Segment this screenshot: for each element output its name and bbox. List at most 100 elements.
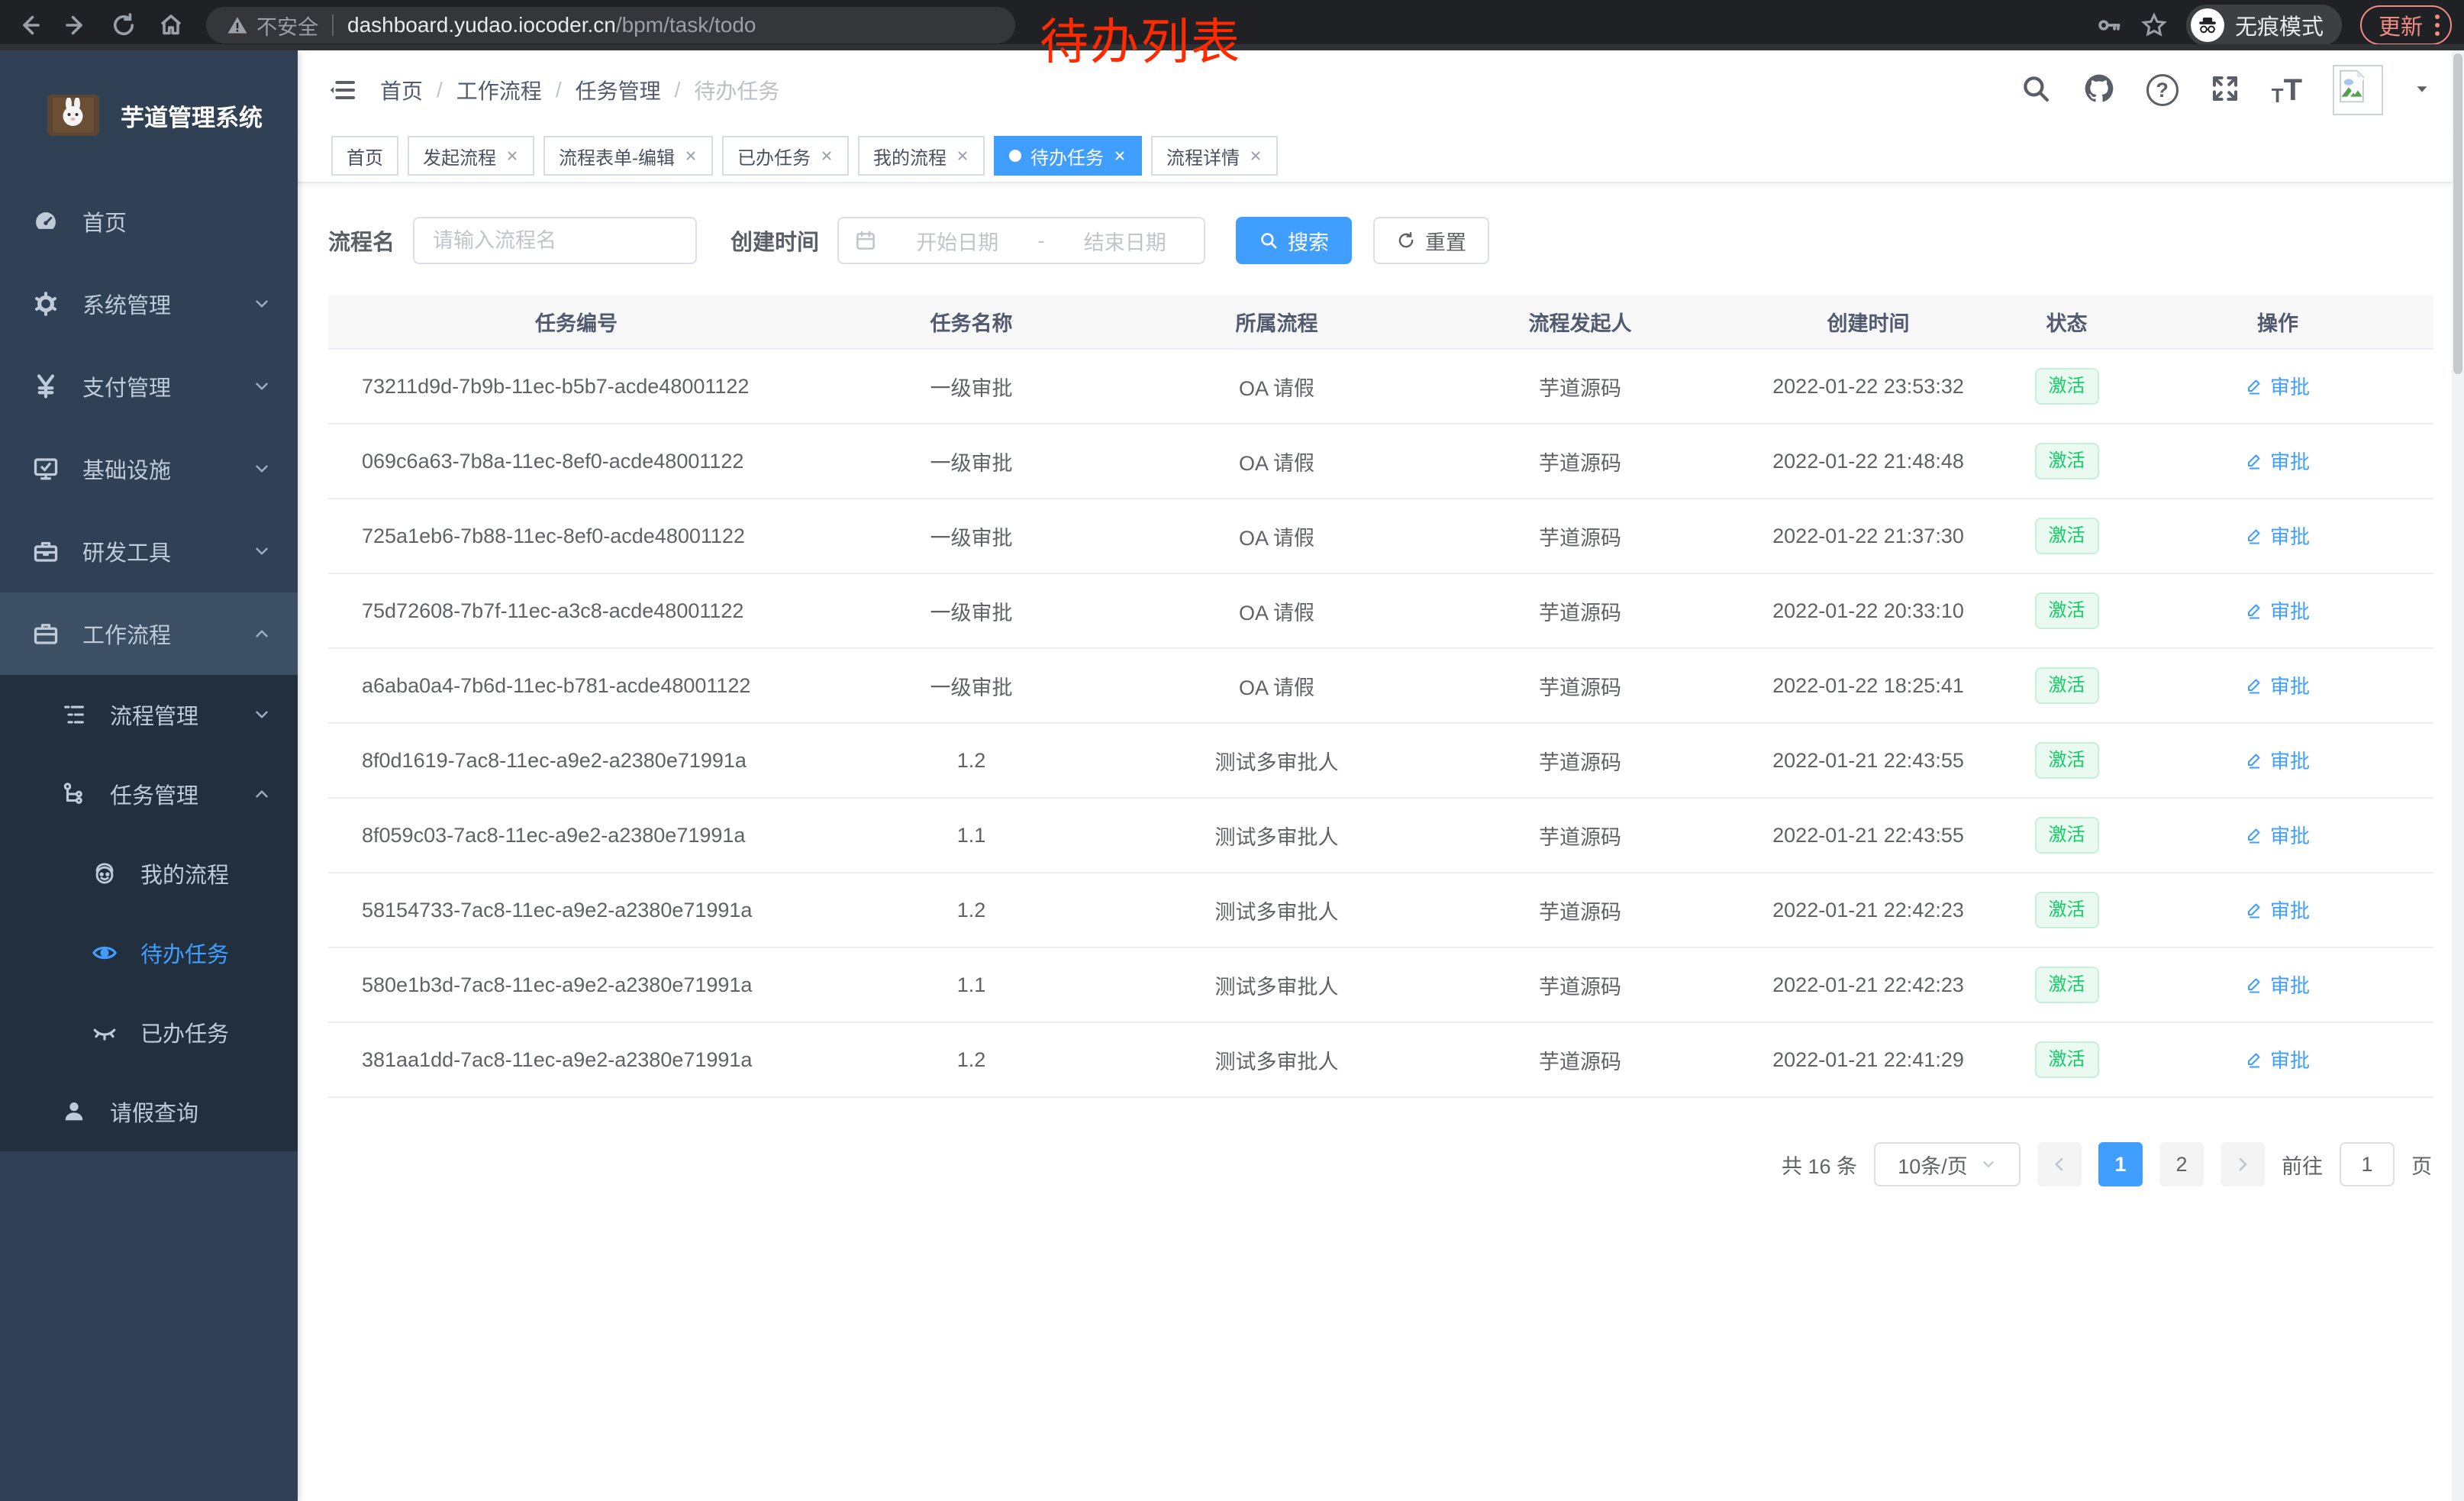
approve-link[interactable]: 审批 [2246,1045,2310,1073]
sidebar-item-process-mgmt[interactable]: 流程管理 [0,675,298,754]
close-icon[interactable] [684,149,698,163]
key-icon [2096,12,2122,38]
next-page-button[interactable] [2221,1142,2265,1186]
page-button-2[interactable]: 2 [2159,1142,2204,1186]
scrollbar-track[interactable] [2452,50,2464,1501]
avatar[interactable] [2333,65,2383,115]
sidebar: 芋道管理系统 首页 系统管理 支付管理 基础设施 [0,50,298,1501]
status-badge: 激活 [2035,667,2099,705]
page-button-1[interactable]: 1 [2098,1142,2143,1186]
goto-page-input[interactable] [2340,1142,2395,1186]
tab-process-detail[interactable]: 流程详情 [1151,136,1278,176]
close-icon[interactable] [505,149,519,163]
task-name: 一级审批 [824,521,1118,551]
page-size-value: 10条/页 [1898,1150,1968,1180]
date-range-picker[interactable]: 开始日期 - 结束日期 [837,217,1205,264]
total-count: 共 16 条 [1782,1150,1857,1180]
tab-process-form-edit[interactable]: 流程表单-编辑 [543,136,713,176]
avatar-menu-caret[interactable] [2414,80,2430,101]
chevron-down-icon [1980,1156,1997,1173]
table-row: a6aba0a4-7b6d-11ec-b781-acde48001122 一级审… [328,649,2433,724]
browser-menu-icon[interactable] [2435,15,2440,36]
back-button[interactable] [11,7,47,44]
breadcrumb-home[interactable]: 首页 [380,75,423,105]
calendar-icon [854,229,877,252]
tab-my-process[interactable]: 我的流程 [858,136,985,176]
approve-link[interactable]: 审批 [2246,372,2310,400]
password-key-button[interactable] [2096,12,2122,38]
sidebar-item-devtools[interactable]: 研发工具 [0,510,298,592]
reload-button[interactable] [105,7,142,44]
task-starter: 芋道源码 [1435,521,1725,551]
github-link[interactable] [2082,72,2116,109]
prev-page-button[interactable] [2037,1142,2082,1186]
breadcrumb-task-mgmt[interactable]: 任务管理 [576,75,661,105]
gear-icon [32,290,60,318]
chevron-left-icon [2050,1155,2069,1173]
col-starter: 流程发起人 [1435,307,1725,337]
task-starter: 芋道源码 [1435,372,1725,402]
url-bar[interactable]: 不安全 dashboard.yudao.iocoder.cn/bpm/task/… [206,7,1015,44]
task-created: 2022-01-22 18:25:41 [1725,674,2011,698]
sidebar-item-my-process[interactable]: 我的流程 [0,834,298,913]
sidebar-item-infra[interactable]: 基础设施 [0,428,298,510]
security-chip[interactable]: 不安全 [226,11,318,40]
sidebar-item-todo-tasks[interactable]: 待办任务 [0,913,298,993]
tab-start-process[interactable]: 发起流程 [408,136,534,176]
approve-label: 审批 [2270,970,2310,999]
process-name-input[interactable] [413,217,697,264]
approve-link[interactable]: 审批 [2246,671,2310,699]
task-starter: 芋道源码 [1435,596,1725,626]
scrollbar-thumb[interactable] [2453,53,2462,374]
font-size-button[interactable]: TT [2272,73,2302,108]
help-button[interactable]: ? [2146,74,2179,106]
tab-done-tasks[interactable]: 已办任务 [722,136,849,176]
status-badge: 激活 [2035,967,2099,1004]
reset-button[interactable]: 重置 [1373,217,1489,264]
sidebar-item-system[interactable]: 系统管理 [0,263,298,345]
chevron-down-icon [252,705,272,725]
status-badge: 激活 [2035,443,2099,480]
approve-link[interactable]: 审批 [2246,896,2310,924]
tab-home[interactable]: 首页 [331,136,398,176]
update-button[interactable]: 更新 [2360,5,2452,45]
task-name: 1.2 [824,899,1118,922]
approve-link[interactable]: 审批 [2246,596,2310,625]
page-size-select[interactable]: 10条/页 [1874,1142,2021,1186]
sidebar-item-home[interactable]: 首页 [0,180,298,263]
task-starter: 芋道源码 [1435,671,1725,701]
task-id: 73211d9d-7b9b-11ec-b5b7-acde48001122 [328,375,824,399]
end-date-placeholder: 结束日期 [1062,226,1189,256]
approve-link[interactable]: 审批 [2246,521,2310,550]
approve-link[interactable]: 审批 [2246,447,2310,475]
refresh-icon [1396,231,1416,250]
pagination: 共 16 条 10条/页 1 2 前往 页 [328,1142,2433,1186]
close-icon[interactable] [956,149,969,163]
close-icon[interactable] [1113,149,1127,163]
forward-button[interactable] [58,7,95,44]
breadcrumb-current: 待办任务 [694,75,779,105]
edit-pen-icon [2246,976,2264,994]
approve-link[interactable]: 审批 [2246,821,2310,849]
status-badge: 激活 [2035,817,2099,854]
sidebar-item-leave-query[interactable]: 请假查询 [0,1072,298,1151]
search-button[interactable]: 搜索 [1236,217,1352,264]
sidebar-item-task-mgmt[interactable]: 任务管理 [0,754,298,834]
sidebar-item-done-tasks[interactable]: 已办任务 [0,993,298,1072]
close-icon[interactable] [820,149,834,163]
fullscreen-button[interactable] [2209,73,2241,108]
sidebar-item-workflow[interactable]: 工作流程 [0,592,298,675]
app-logo-row[interactable]: 芋道管理系统 [0,50,298,180]
header-search-button[interactable] [2020,73,2052,108]
breadcrumb-workflow[interactable]: 工作流程 [456,75,542,105]
sidebar-item-payment[interactable]: 支付管理 [0,345,298,428]
sidebar-collapse-button[interactable] [327,75,357,105]
bookmark-star-button[interactable] [2140,11,2168,39]
approve-link[interactable]: 审批 [2246,970,2310,999]
tab-todo-tasks[interactable]: 待办任务 [994,136,1142,176]
star-icon [2140,11,2168,39]
edit-pen-icon [2246,527,2264,545]
approve-link[interactable]: 审批 [2246,746,2310,774]
close-icon[interactable] [1249,149,1263,163]
home-button[interactable] [153,7,189,44]
